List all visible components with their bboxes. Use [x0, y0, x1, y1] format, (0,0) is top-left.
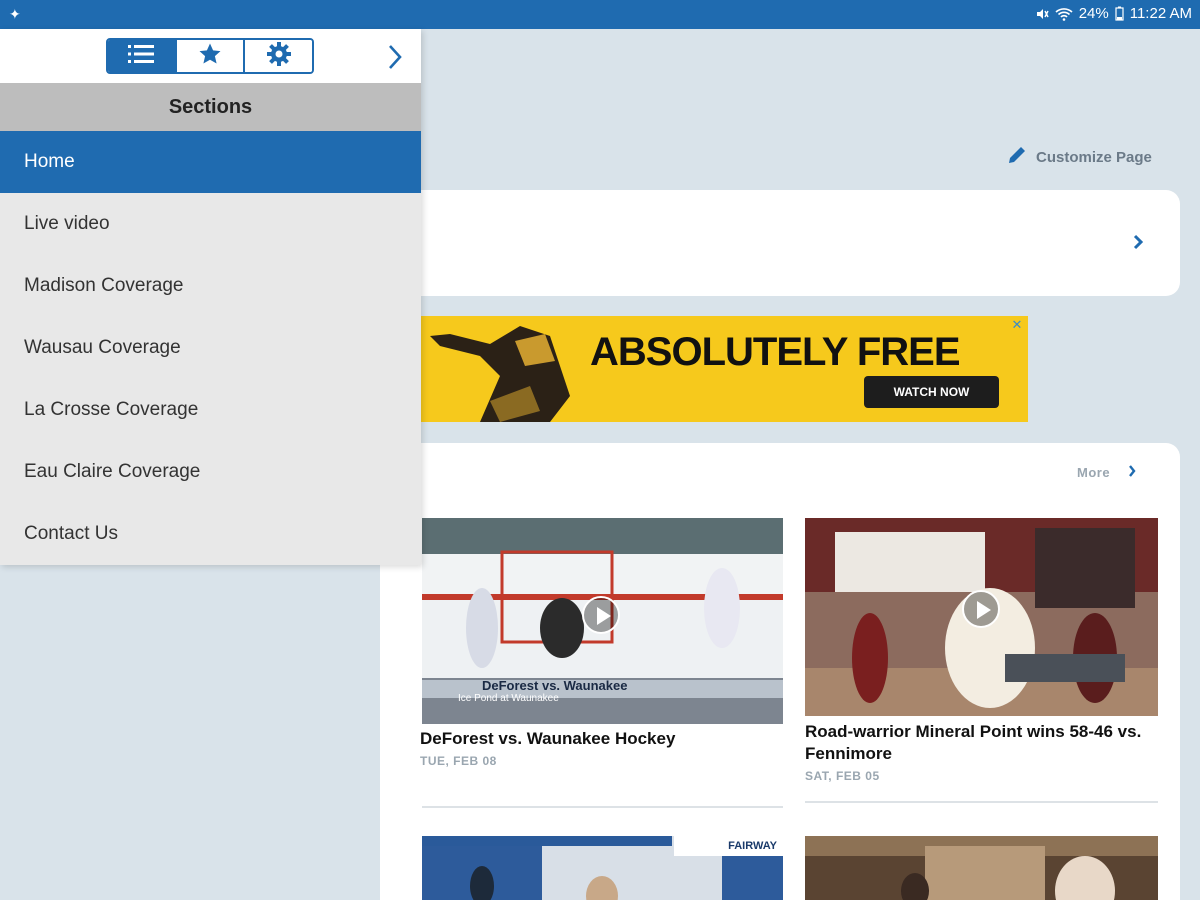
close-drawer-chevron-icon[interactable]: [386, 43, 404, 76]
nav-item-wausau-coverage[interactable]: Wausau Coverage: [0, 317, 421, 379]
indoor-scene: [805, 836, 1158, 900]
video-thumbnail[interactable]: [805, 836, 1158, 900]
wifi-icon: [1055, 7, 1073, 21]
status-bar: ✦ 24% 11:22 AM: [0, 0, 1200, 29]
pencil-icon: [1006, 144, 1028, 170]
chevron-right-icon: [1132, 234, 1144, 255]
ad-banner[interactable]: ABSOLUTELY FREE WATCH NOW ✕: [420, 316, 1028, 422]
favorites-tab[interactable]: [176, 40, 246, 72]
customize-page-button[interactable]: Customize Page: [1006, 144, 1152, 170]
athlete-graphic: [420, 316, 580, 422]
nav-item-madison-coverage[interactable]: Madison Coverage: [0, 255, 421, 317]
battery-icon: [1115, 6, 1124, 21]
drawer-mode-toggle: [106, 38, 314, 74]
nav-item-contact-us[interactable]: Contact Us: [0, 503, 421, 565]
clock: 11:22 AM: [1129, 5, 1192, 22]
top-story-card[interactable]: [380, 190, 1180, 296]
play-icon: [962, 590, 1000, 628]
settings-tab[interactable]: [245, 40, 312, 72]
list-icon: [126, 43, 156, 70]
divider: [805, 801, 1158, 803]
video-subcaption: Ice Pond at Waunakee: [458, 693, 559, 704]
status-icons: 24% 11:22 AM: [1035, 5, 1192, 22]
divider: [422, 806, 783, 808]
sections-header: Sections: [0, 83, 421, 131]
story-date: TUE, FEB 08: [420, 754, 497, 768]
chevron-right-icon: [1128, 465, 1136, 480]
story-date: SAT, FEB 05: [805, 769, 880, 783]
customize-page-label: Customize Page: [1036, 148, 1152, 166]
play-icon: [582, 596, 620, 634]
nav-item-live-video[interactable]: Live video: [0, 193, 421, 255]
video-thumbnail[interactable]: DeForest vs. Waunakee Ice Pond at Waunak…: [422, 518, 783, 724]
nav-item-home[interactable]: Home: [0, 131, 421, 193]
notification-icon: ✦: [9, 6, 21, 22]
more-label: More: [1077, 465, 1111, 480]
story-title[interactable]: DeForest vs. Waunakee Hockey: [420, 728, 782, 750]
ad-close-icon[interactable]: ✕: [1010, 318, 1024, 332]
ad-headline: ABSOLUTELY FREE: [590, 330, 961, 374]
video-thumbnail[interactable]: [805, 518, 1158, 716]
story-title[interactable]: Road-warrior Mineral Point wins 58-46 vs…: [805, 721, 1155, 765]
gear-icon: [266, 41, 292, 72]
drawer-toolbar: [0, 29, 421, 83]
star-icon: [198, 42, 222, 71]
watch-now-button[interactable]: WATCH NOW: [864, 376, 999, 408]
video-thumbnail[interactable]: FAIRWAY: [422, 836, 783, 900]
more-link[interactable]: More: [1077, 465, 1136, 480]
sections-tab[interactable]: [108, 40, 177, 72]
sections-list: Home Live video Madison Coverage Wausau …: [0, 131, 421, 565]
navigation-drawer: Sections Home Live video Madison Coverag…: [0, 29, 421, 565]
arena-sign: FAIRWAY: [674, 836, 783, 856]
video-caption: DeForest vs. Waunakee: [482, 678, 628, 693]
battery-level: 24%: [1078, 5, 1109, 22]
nav-item-la-crosse-coverage[interactable]: La Crosse Coverage: [0, 379, 421, 441]
nav-item-eau-claire-coverage[interactable]: Eau Claire Coverage: [0, 441, 421, 503]
mute-icon: [1035, 7, 1049, 21]
